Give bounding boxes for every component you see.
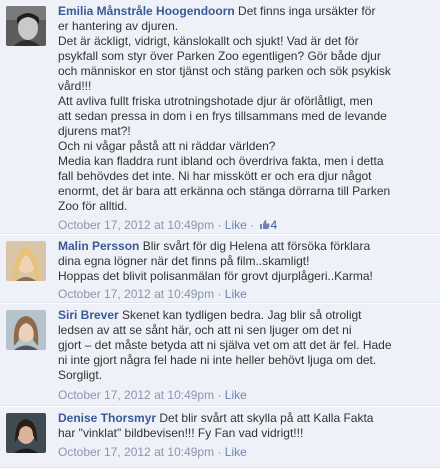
comment-line: Blir svårt för dig Helena att försöka fö… [139,239,371,253]
avatar-photo-icon [6,241,46,281]
comment-line: ni inte gjort några fel hade ni inte hel… [58,353,377,367]
avatar[interactable] [6,310,46,350]
comment-body: Siri Brever Skenet kan tydligen bedra. J… [58,308,434,383]
comment-line: djurens mat?! [58,124,131,138]
avatar-photo-icon [6,310,46,350]
comment-line: att sedan pressa in dom i en frys tillsa… [58,109,387,123]
comment-line: och människor en stor tjänst och stäng p… [58,64,391,78]
comment-line: Media kan fladdra runt ibland och överdr… [58,154,384,168]
comment-line: Sorgligt. [58,368,103,382]
comment-timestamp[interactable]: October 17, 2012 at 10:49pm [58,218,214,232]
separator: · [214,218,225,232]
comment-line: har "vinklat" bildbevisen!!! Fy Fan vad … [58,426,304,440]
comment-thread: Emilia Månstråle Hoogendoorn Det finns i… [0,0,440,468]
comment-author[interactable]: Siri Brever [58,308,119,322]
comment-line: er hantering av djuren. [58,19,179,33]
comment-line: Zoo för alltid. [58,199,128,213]
comment-line: Att avliva fullt friska utrotningshotade… [58,94,373,108]
comment-timestamp[interactable]: October 17, 2012 at 10:49pm [58,287,214,301]
separator: · [246,218,258,232]
comment-body: Malin Persson Blir svårt för dig Helena … [58,239,434,284]
comment-line: Och ni vågar påstå att ni räddar världen… [58,139,276,153]
comment-body: Emilia Månstråle Hoogendoorn Det finns i… [58,4,434,214]
comment-line: Skenet kan tydligen bedra. Jag blir så o… [118,308,362,322]
like-link[interactable]: Like [225,287,247,301]
comment-line: Det finns inga ursäkter för [234,4,376,18]
comment-line: vård!!! [58,79,92,93]
separator: · [214,388,225,402]
comment-body: Denise Thorsmyr Det blir svårt att skyll… [58,411,434,441]
comment-meta: October 17, 2012 at 10:49pm · Like · 4 [58,218,277,233]
separator: · [214,445,225,459]
comment-line: enormt, det är bara att erkänna och stän… [58,184,391,198]
comment-line: gjort – det måste betyda att ni själva v… [58,338,392,352]
avatar-photo-icon [6,413,46,453]
comment-author[interactable]: Malin Persson [58,239,139,253]
comment-meta: October 17, 2012 at 10:49pm · Like [58,287,247,302]
like-link[interactable]: Like [225,218,247,232]
like-count[interactable]: 4 [270,218,277,232]
comment-line: psykfall som styr över Parken Zoo egentl… [58,49,381,63]
comment: Emilia Månstråle Hoogendoorn Det finns i… [0,0,440,234]
comment-author[interactable]: Emilia Månstråle Hoogendoorn [58,4,235,18]
avatar[interactable] [6,413,46,453]
like-link[interactable]: Like [225,445,247,459]
like-link[interactable]: Like [225,388,247,402]
comment-author[interactable]: Denise Thorsmyr [58,411,156,425]
comment-timestamp[interactable]: October 17, 2012 at 10:49pm [58,445,214,459]
comment-meta: October 17, 2012 at 10:49pm · Like [58,388,247,403]
comment: Siri Brever Skenet kan tydligen bedra. J… [0,304,440,406]
comment-line: Hoppas det blivit polisanmälan för grovt… [58,269,373,283]
comment-line: Det är äckligt, vidrigt, känslokallt och… [58,34,359,48]
thumbs-up-icon[interactable] [259,219,271,230]
comment-line: dina egna lögner när det finns på film..… [58,254,310,268]
avatar[interactable] [6,6,46,46]
avatar[interactable] [6,241,46,281]
comment-meta: October 17, 2012 at 10:49pm · Like [58,445,247,460]
comment-line: Det blir svårt att skylla på att Kalla F… [156,411,374,425]
comment: Malin Persson Blir svårt för dig Helena … [0,235,440,303]
avatar-photo-icon [6,6,46,46]
comment-line: ledsen av att se sånt här, och att ni se… [58,323,352,337]
comment-line: fall behövdes det inte. Ni har misskött … [58,169,372,183]
separator: · [214,287,225,301]
comment: Denise Thorsmyr Det blir svårt att skyll… [0,407,440,468]
comment-timestamp[interactable]: October 17, 2012 at 10:49pm [58,388,214,402]
